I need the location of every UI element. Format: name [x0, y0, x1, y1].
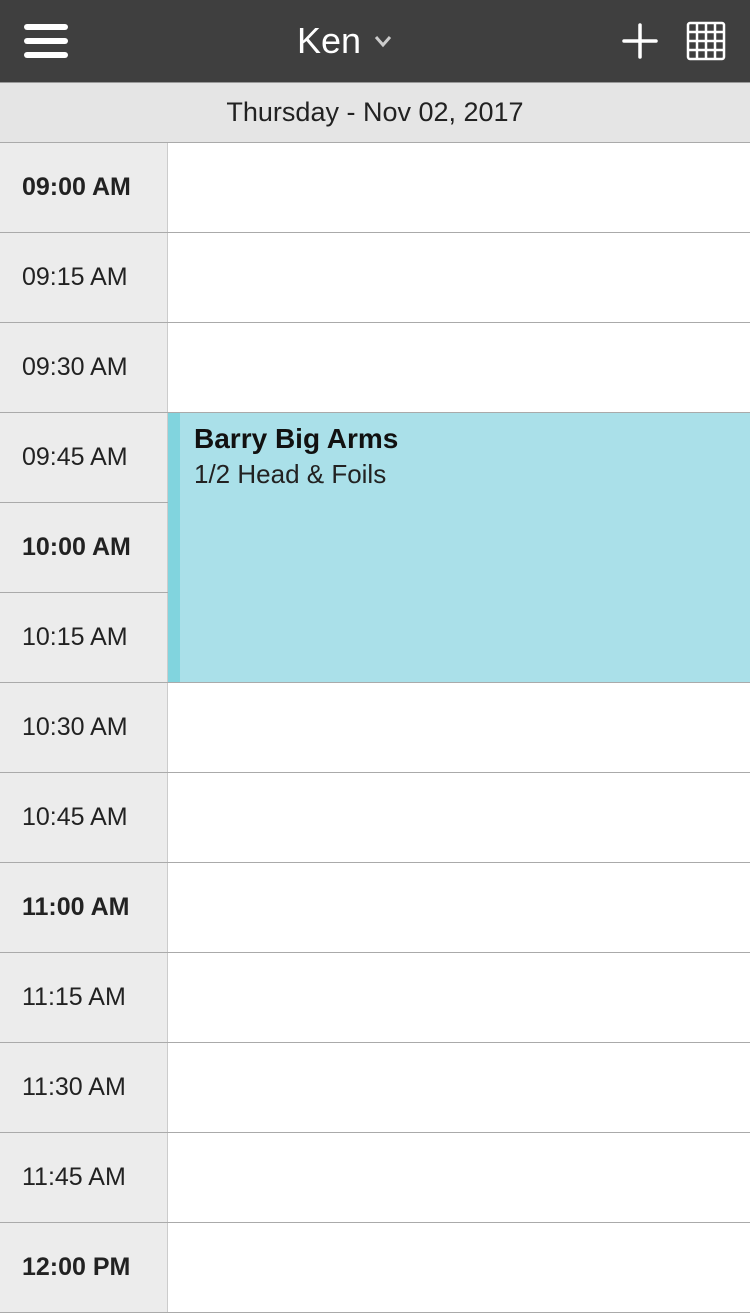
header-left — [24, 24, 68, 58]
time-label: 11:15 AM — [0, 953, 168, 1042]
time-label: 11:30 AM — [0, 1043, 168, 1132]
time-label: 09:45 AM — [0, 413, 168, 502]
time-label: 10:30 AM — [0, 683, 168, 772]
appointment-subtitle: 1/2 Head & Foils — [194, 459, 736, 490]
time-slot[interactable] — [168, 683, 750, 772]
time-row: 11:00 AM — [0, 863, 750, 953]
time-slot[interactable] — [168, 863, 750, 952]
time-slot[interactable] — [168, 773, 750, 862]
time-slot[interactable] — [168, 1043, 750, 1132]
time-row: 11:30 AM — [0, 1043, 750, 1133]
staff-selector[interactable]: Ken — [297, 20, 393, 62]
time-label: 11:00 AM — [0, 863, 168, 952]
time-label: 11:45 AM — [0, 1133, 168, 1222]
app-header: Ken — [0, 0, 750, 83]
time-row: 11:45 AM — [0, 1133, 750, 1223]
time-row: 10:30 AM — [0, 683, 750, 773]
time-row: 11:15 AM — [0, 953, 750, 1043]
calendar-body: 09:00 AM09:15 AM09:30 AM09:45 AM10:00 AM… — [0, 143, 750, 1313]
calendar-grid-icon[interactable] — [686, 21, 726, 61]
time-row: 09:15 AM — [0, 233, 750, 323]
time-label: 12:00 PM — [0, 1223, 168, 1312]
time-label: 09:00 AM — [0, 143, 168, 232]
time-slot[interactable] — [168, 323, 750, 412]
time-slot[interactable] — [168, 143, 750, 232]
time-slot[interactable] — [168, 233, 750, 322]
date-header[interactable]: Thursday - Nov 02, 2017 — [0, 83, 750, 143]
time-label: 10:00 AM — [0, 503, 168, 592]
add-icon[interactable] — [622, 23, 658, 59]
time-label: 10:15 AM — [0, 593, 168, 682]
time-row: 12:00 PM — [0, 1223, 750, 1313]
time-row: 09:30 AM — [0, 323, 750, 413]
menu-icon[interactable] — [24, 24, 68, 58]
time-slot[interactable] — [168, 1223, 750, 1312]
appointment-title: Barry Big Arms — [194, 423, 736, 455]
header-right — [622, 21, 726, 61]
time-row: 09:00 AM — [0, 143, 750, 233]
chevron-down-icon — [373, 31, 393, 51]
time-slot[interactable] — [168, 953, 750, 1042]
time-row: 10:45 AM — [0, 773, 750, 863]
time-label: 09:15 AM — [0, 233, 168, 322]
time-label: 09:30 AM — [0, 323, 168, 412]
time-label: 10:45 AM — [0, 773, 168, 862]
time-slot[interactable] — [168, 1133, 750, 1222]
appointment-block[interactable]: Barry Big Arms 1/2 Head & Foils — [168, 413, 750, 682]
date-label: Thursday - Nov 02, 2017 — [226, 97, 523, 128]
staff-name: Ken — [297, 20, 361, 62]
